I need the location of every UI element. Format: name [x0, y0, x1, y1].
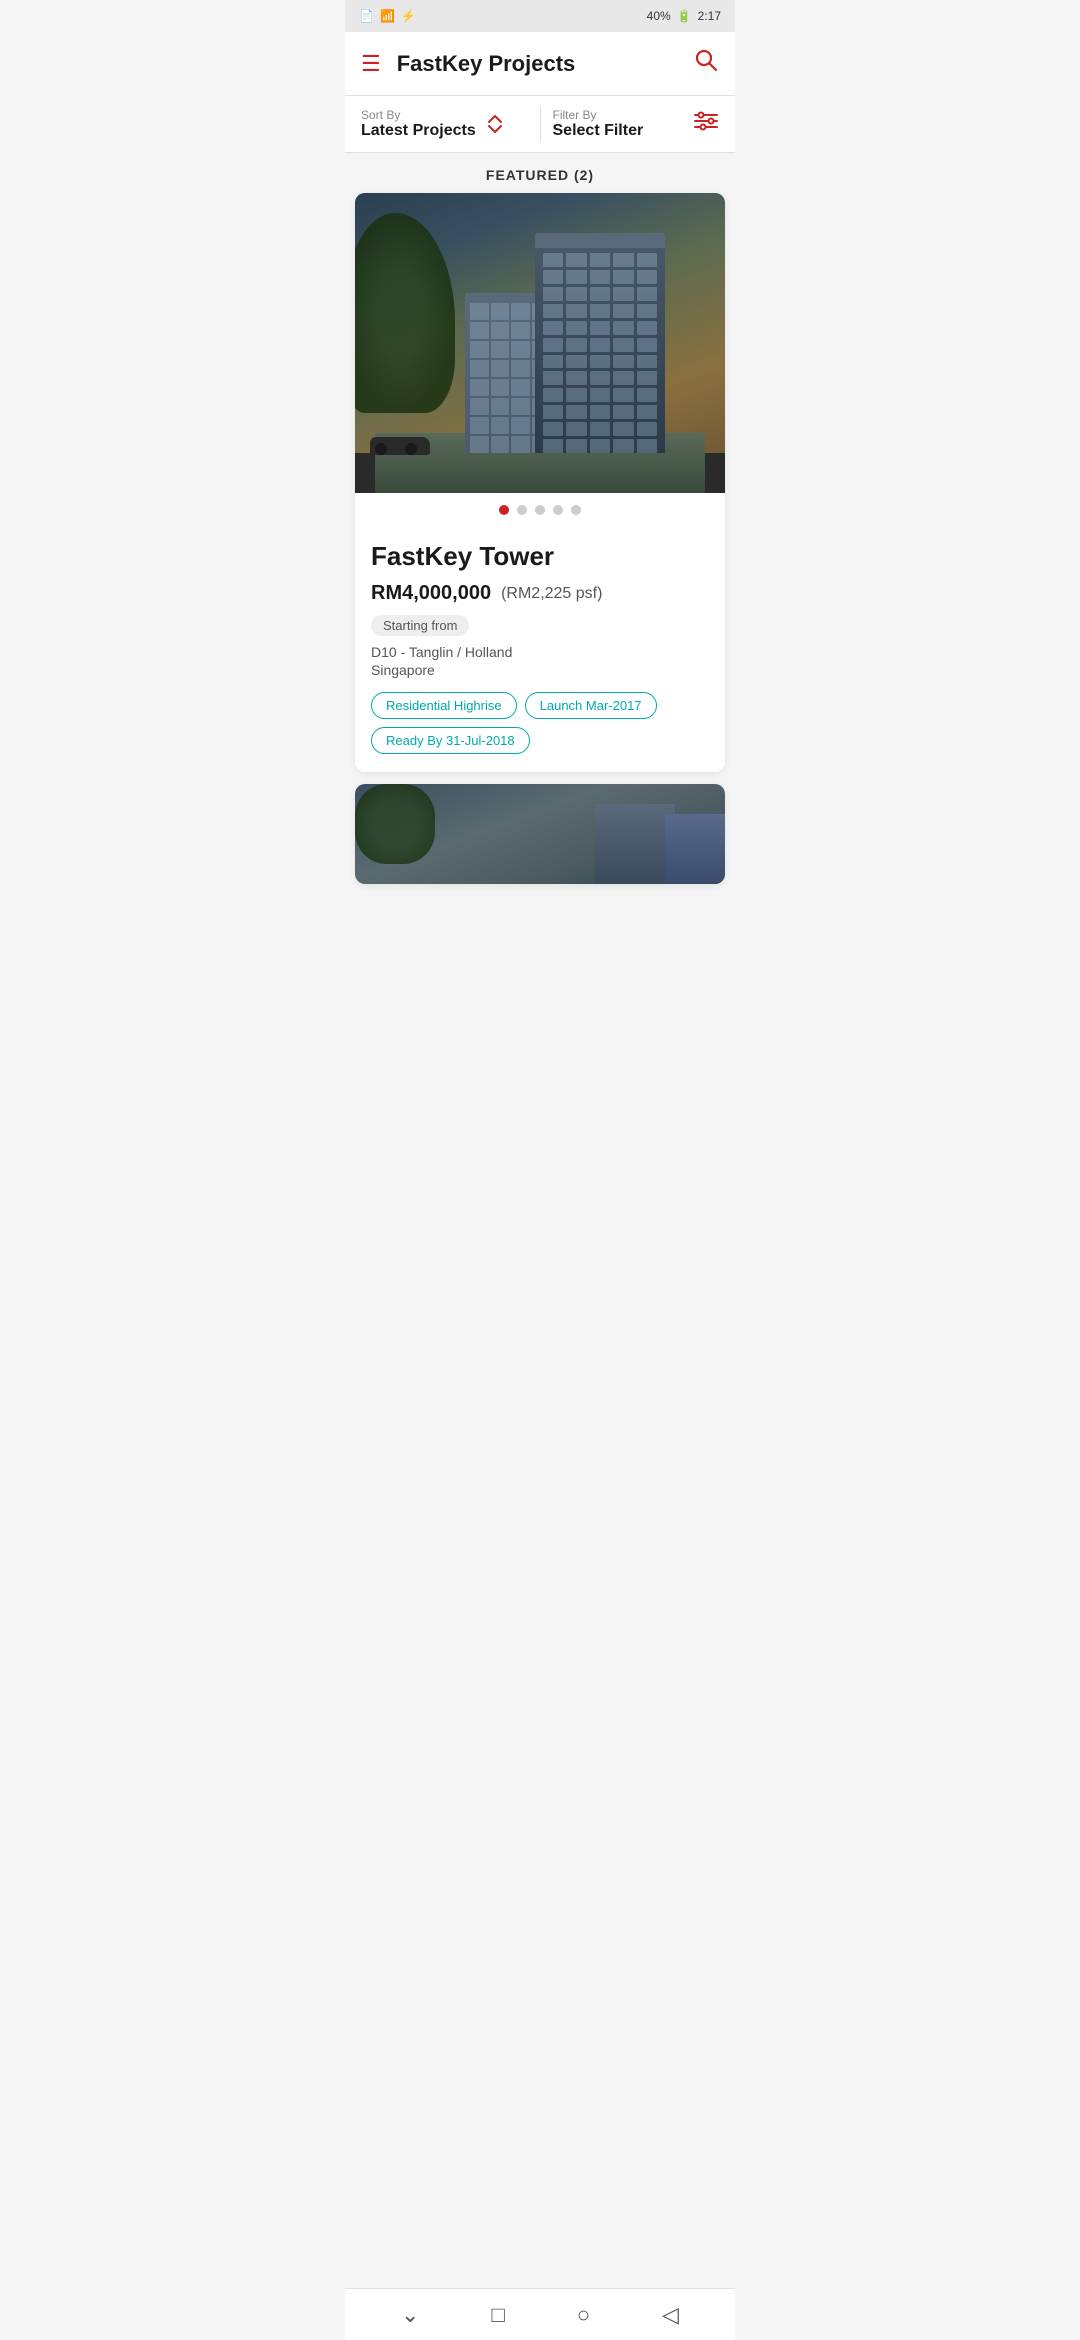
- status-bar: 📄 📶 ⚡ 40% 🔋 2:17: [345, 0, 735, 32]
- time: 2:17: [698, 9, 721, 23]
- tags-row: Residential Highrise Launch Mar-2017 Rea…: [371, 692, 709, 754]
- sort-text: Sort By Latest Projects: [361, 108, 476, 140]
- project-card-1[interactable]: FastKey Tower RM4,000,000 (RM2,225 psf) …: [355, 193, 725, 772]
- peek-image: [355, 784, 725, 884]
- status-right: 40% 🔋 2:17: [647, 9, 721, 23]
- main-tower: [535, 233, 665, 453]
- location-line2: Singapore: [371, 662, 709, 678]
- featured-label: FEATURED (2): [345, 153, 735, 193]
- nav-home-icon[interactable]: □: [491, 2302, 504, 2328]
- filter-section[interactable]: Filter By Select Filter: [553, 108, 720, 140]
- usb-icon: ⚡: [401, 9, 416, 23]
- filter-settings-icon[interactable]: [693, 110, 719, 138]
- dot-1[interactable]: [499, 505, 509, 515]
- sort-filter-bar: Sort By Latest Projects Filter By Select…: [345, 96, 735, 153]
- dot-4[interactable]: [553, 505, 563, 515]
- car-silhouette: [370, 437, 430, 455]
- peek-building: [595, 804, 675, 884]
- bottom-nav: ⌄ □ ○ ◁: [345, 2288, 735, 2340]
- project-name: FastKey Tower: [371, 541, 709, 572]
- sort-filter-divider: [540, 106, 541, 142]
- filter-label: Filter By: [553, 108, 644, 122]
- tag-launch[interactable]: Launch Mar-2017: [525, 692, 657, 719]
- location-line1: D10 - Tanglin / Holland: [371, 644, 709, 660]
- status-left-icons: 📄 📶 ⚡: [359, 9, 416, 23]
- search-icon[interactable]: [693, 47, 719, 80]
- starting-from-badge: Starting from: [371, 615, 469, 636]
- dot-3[interactable]: [535, 505, 545, 515]
- nav-down-icon[interactable]: ⌄: [401, 2302, 419, 2328]
- sort-value: Latest Projects: [361, 122, 476, 140]
- wifi-icon: 📶: [380, 9, 395, 23]
- price-main: RM4,000,000: [371, 582, 491, 605]
- nav-back-icon[interactable]: ○: [577, 2302, 590, 2328]
- sort-section[interactable]: Sort By Latest Projects: [361, 108, 528, 140]
- tower-windows: [543, 253, 657, 453]
- card-image: [355, 193, 725, 493]
- filter-text: Filter By Select Filter: [553, 108, 644, 140]
- dot-5[interactable]: [571, 505, 581, 515]
- tag-type[interactable]: Residential Highrise: [371, 692, 517, 719]
- filter-value: Select Filter: [553, 122, 644, 140]
- sort-chevron-icon[interactable]: [486, 114, 504, 134]
- project-card-2-peek[interactable]: [355, 784, 725, 884]
- battery-icon: 🔋: [677, 9, 692, 23]
- header: ☰ FastKey Projects: [345, 32, 735, 96]
- tag-ready[interactable]: Ready By 31-Jul-2018: [371, 727, 530, 754]
- doc-icon: 📄: [359, 9, 374, 23]
- sort-label: Sort By: [361, 108, 476, 122]
- nav-back-arrow-icon[interactable]: ◁: [662, 2302, 679, 2328]
- battery-level: 40%: [647, 9, 671, 23]
- building-scene: [355, 193, 725, 493]
- price-psf: (RM2,225 psf): [501, 585, 602, 603]
- carousel-dots: [355, 493, 725, 527]
- page-title: FastKey Projects: [397, 51, 693, 77]
- card-body: FastKey Tower RM4,000,000 (RM2,225 psf) …: [355, 527, 725, 772]
- peek-tree: [355, 784, 435, 864]
- dot-2[interactable]: [517, 505, 527, 515]
- price-row: RM4,000,000 (RM2,225 psf) Starting from: [371, 582, 709, 636]
- hamburger-menu-icon[interactable]: ☰: [361, 53, 381, 75]
